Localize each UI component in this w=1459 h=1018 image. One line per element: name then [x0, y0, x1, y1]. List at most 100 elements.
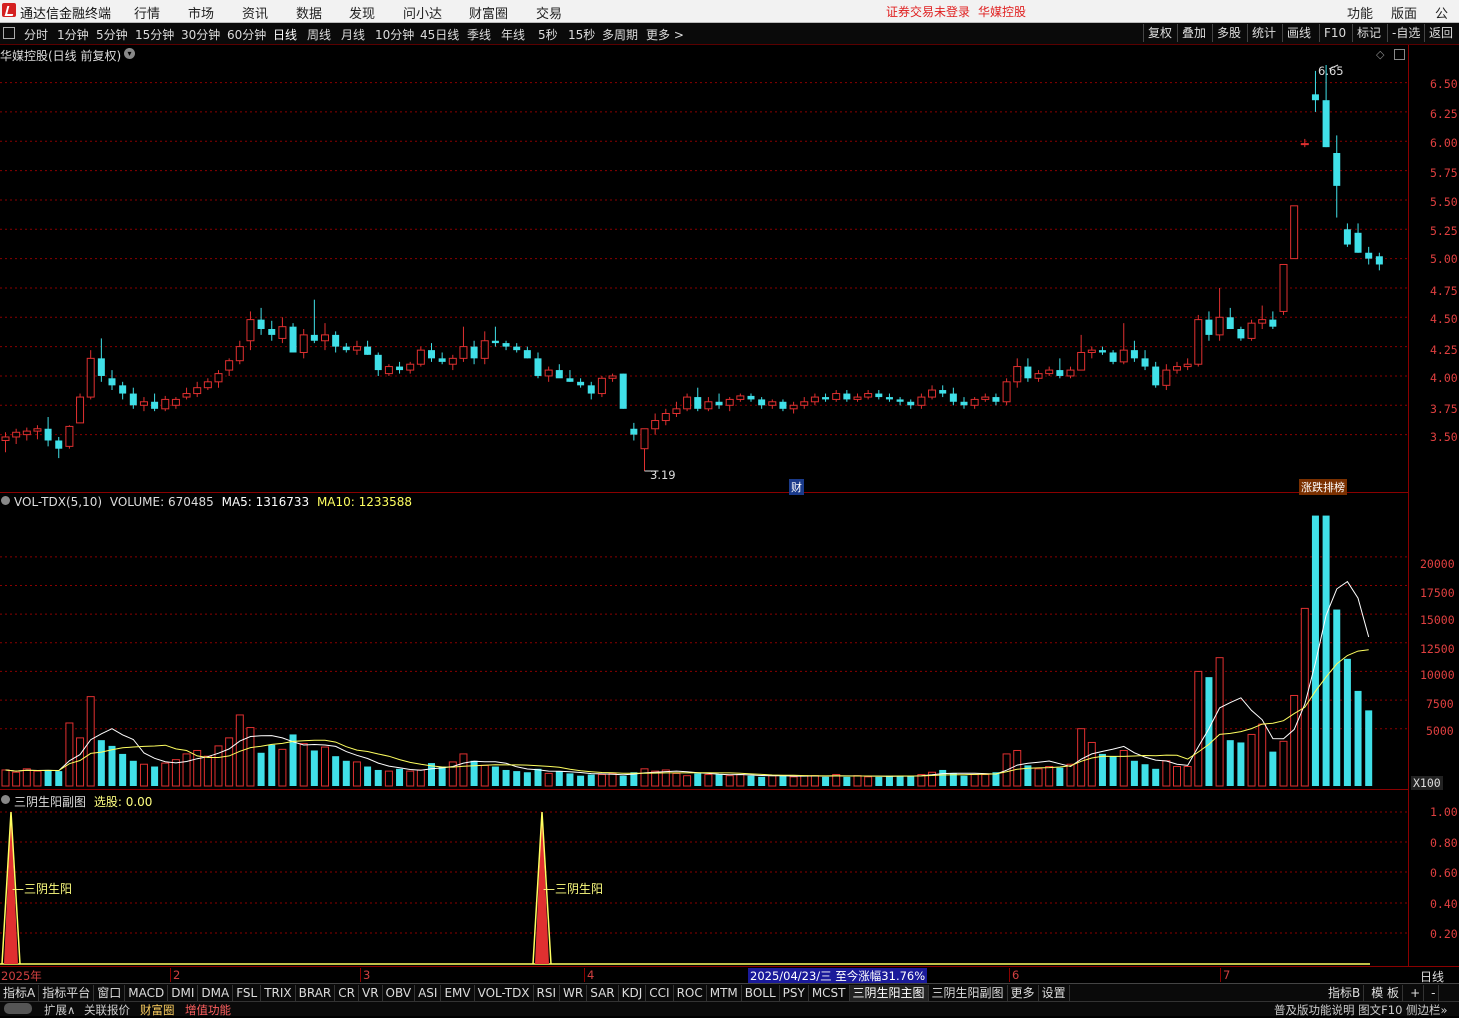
status-caifuquan[interactable]: 财富圈: [140, 1002, 175, 1018]
indicator-tab[interactable]: 窗口: [94, 985, 126, 1001]
indicator-tab[interactable]: VR: [359, 985, 383, 1001]
indicator-tab[interactable]: EMV: [441, 985, 475, 1001]
tab-right-3[interactable]: -: [1428, 985, 1440, 1001]
period-weekly[interactable]: 周线: [307, 26, 331, 43]
period-60min[interactable]: 60分钟: [227, 26, 266, 43]
y-tick-label: 4.75: [1430, 284, 1458, 298]
volume-bar: [299, 743, 308, 787]
indicator-tab[interactable]: ASI: [415, 985, 442, 1001]
indicator-tab[interactable]: CCI: [646, 985, 674, 1001]
btn-f10[interactable]: F10: [1319, 24, 1350, 42]
current-stock-name: 华媒控股: [978, 5, 1027, 19]
indicator-tab[interactable]: MTM: [707, 985, 742, 1001]
btn-tongji[interactable]: 统计: [1247, 24, 1280, 42]
menu-jiaoyi[interactable]: 交易: [536, 3, 562, 22]
period-multi[interactable]: 多周期: [602, 26, 638, 43]
period-5sec[interactable]: 5秒: [538, 26, 558, 43]
period-15min[interactable]: 15分钟: [135, 26, 174, 43]
btn-biaoji[interactable]: 标记: [1352, 24, 1385, 42]
indicator-tab[interactable]: 更多: [1008, 985, 1039, 1001]
btn-duogu[interactable]: 多股: [1212, 24, 1245, 42]
status-related-quote[interactable]: 关联报价: [84, 1002, 130, 1018]
indicator-tab[interactable]: MACD: [125, 985, 169, 1001]
indicator-tab[interactable]: 指标平台: [39, 985, 95, 1001]
period-15sec[interactable]: 15秒: [568, 26, 595, 43]
volume-bar: [683, 775, 692, 787]
period-30min[interactable]: 30分钟: [181, 26, 220, 43]
indicator-tab[interactable]: FSL: [233, 985, 262, 1001]
volume-bar: [1109, 756, 1117, 786]
menu-banmian[interactable]: 版面: [1391, 3, 1417, 22]
menu-shichang[interactable]: 市场: [188, 3, 214, 22]
volume-bar: [608, 772, 617, 787]
sub-indicator-chart[interactable]: [0, 790, 1408, 966]
tab-right-1[interactable]: 模 板: [1368, 985, 1404, 1001]
volume-bar: [364, 766, 372, 786]
period-45day[interactable]: 45日线: [420, 26, 459, 43]
status-right-links[interactable]: 普及版功能说明 图文F10 侧边栏»: [1274, 1002, 1448, 1018]
btn-fanhui[interactable]: 返回: [1424, 24, 1457, 42]
candle-body: [672, 408, 681, 415]
period-year[interactable]: 年线: [501, 26, 525, 43]
signal-label-2: —三阴生阳: [543, 882, 604, 896]
indicator-tab[interactable]: TRIX: [261, 985, 296, 1001]
menu-hangqing[interactable]: 行情: [134, 3, 160, 22]
indicator-tab[interactable]: ROC: [674, 985, 707, 1001]
candle-body: [139, 401, 148, 406]
indicator-tab[interactable]: PSY: [780, 985, 809, 1001]
candle-body: [1322, 100, 1330, 148]
period-more[interactable]: 更多 >: [646, 26, 684, 43]
volume-chart[interactable]: [0, 493, 1408, 789]
indicator-tab[interactable]: DMI: [168, 985, 199, 1001]
menu-wenxiaoda[interactable]: 问小达: [403, 3, 442, 22]
signal-text: 三阴生阳: [24, 882, 73, 896]
period-quarter[interactable]: 季线: [467, 26, 491, 43]
candle-body: [789, 404, 798, 410]
indicator-tab[interactable]: 指标A: [0, 985, 40, 1001]
tab-right-0[interactable]: 指标B: [1325, 985, 1365, 1001]
volume-bar: [661, 769, 670, 787]
indicator-tab[interactable]: RSI: [534, 985, 561, 1001]
tab-right-2[interactable]: +: [1407, 985, 1425, 1001]
period-1min[interactable]: 1分钟: [57, 26, 89, 43]
indicator-tab[interactable]: MCST: [809, 985, 850, 1001]
menu-zixun[interactable]: 资讯: [242, 3, 268, 22]
indicator-tab[interactable]: 三阴生阳主图: [849, 985, 929, 1001]
status-expand[interactable]: 扩展∧: [44, 1002, 75, 1018]
indicator-tab[interactable]: BOLL: [742, 985, 780, 1001]
indicator-tab[interactable]: BRAR: [296, 985, 336, 1001]
period-5min[interactable]: 5分钟: [96, 26, 128, 43]
indicator-tab[interactable]: OBV: [383, 985, 416, 1001]
indicator-tab[interactable]: 三阴生阳副图: [929, 985, 1008, 1001]
login-warning[interactable]: 证券交易未登录: [886, 3, 970, 20]
indicator-tab[interactable]: WR: [560, 985, 588, 1001]
indicator-tab[interactable]: 设置: [1039, 985, 1070, 1001]
period-monthly[interactable]: 月线: [341, 26, 365, 43]
btn-huaxian[interactable]: 画线: [1282, 24, 1315, 42]
indicator-tab[interactable]: DMA: [198, 985, 234, 1001]
toggle-icon[interactable]: [4, 1003, 32, 1014]
panel-toggle-icon[interactable]: [3, 27, 15, 39]
candle-body: [758, 399, 766, 406]
menu-faxian[interactable]: 发现: [349, 3, 375, 22]
candlestick-chart[interactable]: [0, 45, 1408, 492]
candle-body: [1237, 329, 1245, 339]
volume-bar: [491, 766, 499, 786]
period-daily[interactable]: 日线: [273, 26, 297, 43]
menu-caifuquan[interactable]: 财富圈: [469, 3, 508, 22]
menu-gongneng[interactable]: 功能: [1347, 3, 1373, 22]
period-fenshi[interactable]: 分时: [24, 26, 48, 43]
period-10min[interactable]: 10分钟: [375, 26, 414, 43]
volume-bar: [406, 770, 415, 787]
indicator-tab[interactable]: SAR: [587, 985, 619, 1001]
btn-diejia[interactable]: 叠加: [1177, 24, 1210, 42]
candle-body: [1226, 317, 1234, 330]
status-value-added[interactable]: 增值功能: [185, 1002, 231, 1018]
indicator-tab[interactable]: VOL-TDX: [475, 985, 534, 1001]
btn-fuquan[interactable]: 复权: [1143, 24, 1176, 42]
ma10-line: [5, 649, 1369, 777]
menu-shuju[interactable]: 数据: [296, 3, 322, 22]
indicator-tab[interactable]: KDJ: [619, 985, 647, 1001]
indicator-tab[interactable]: CR: [335, 985, 359, 1001]
btn-zixuan[interactable]: -自选: [1387, 24, 1424, 42]
